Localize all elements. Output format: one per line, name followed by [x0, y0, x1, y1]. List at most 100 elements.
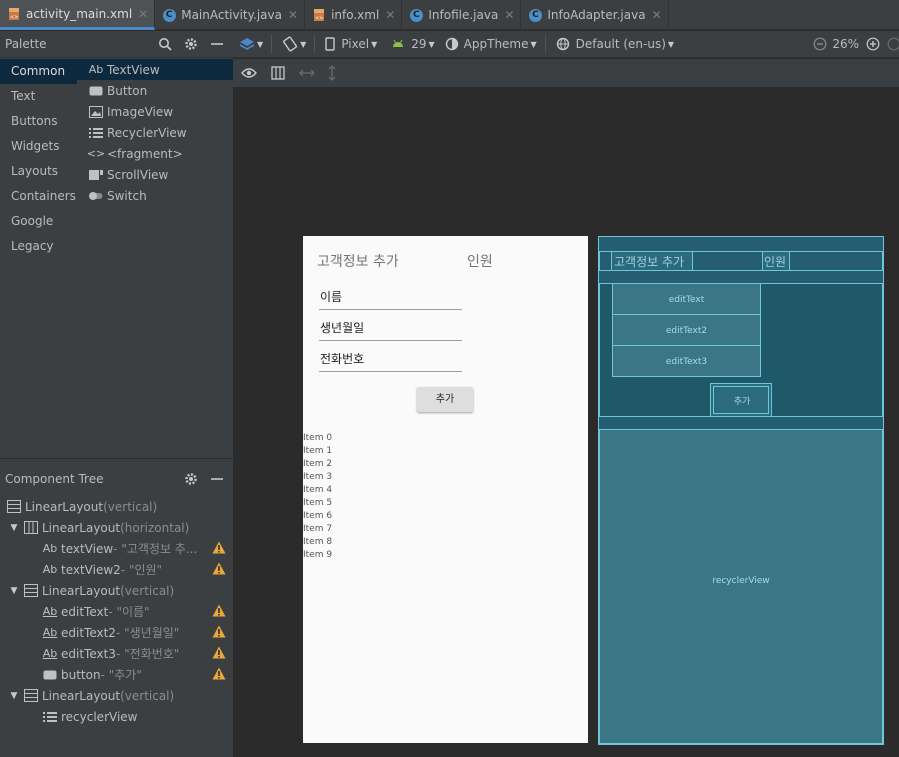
zoom-in-button[interactable]	[866, 37, 880, 51]
vertical-layout-icon	[23, 584, 39, 597]
blueprint-recyclerview[interactable]: recyclerView	[599, 429, 883, 744]
warning-icon[interactable]	[212, 646, 226, 659]
tab-activity-main-xml[interactable]: <> activity_main.xml ✕	[0, 0, 156, 30]
orientation-button[interactable]: ▼	[282, 36, 306, 52]
button-icon	[88, 86, 104, 96]
palette-category-legacy[interactable]: Legacy	[0, 234, 77, 259]
edittext-icon: Ab	[42, 605, 58, 618]
palette-item-textview[interactable]: Ab TextView	[77, 59, 233, 80]
palette-category-text[interactable]: Text	[0, 84, 77, 109]
tree-node-edittext3[interactable]: Ab editText3- "전화번호"	[42, 643, 180, 664]
palette-category-layouts[interactable]: Layouts	[0, 159, 77, 184]
preview-recyclerview[interactable]: Item 0 Item 1 Item 2 Item 3 Item 4 Item …	[303, 432, 332, 562]
close-icon[interactable]: ✕	[385, 8, 395, 22]
blueprint-toggle-button[interactable]	[265, 63, 291, 83]
design-surface-button[interactable]: ▼	[239, 37, 263, 51]
blueprint-recyclerview-label: recyclerView	[712, 576, 770, 586]
palette-category-widgets[interactable]: Widgets	[0, 134, 77, 159]
globe-icon	[556, 37, 569, 51]
zoom-level: 26%	[832, 37, 859, 51]
tree-node-name: button	[61, 667, 101, 682]
tree-node-recyclerview[interactable]: recyclerView	[42, 706, 137, 727]
view-options-button[interactable]	[236, 63, 262, 83]
zoom-to-fit-button[interactable]	[887, 37, 899, 51]
warning-icon[interactable]	[212, 541, 226, 554]
blueprint-button[interactable]: 추가	[710, 383, 772, 417]
warning-icon[interactable]	[212, 625, 226, 638]
theme-selector[interactable]: AppTheme ▼	[445, 37, 537, 51]
palette-category-containers[interactable]: Containers	[0, 184, 77, 209]
device-selector[interactable]: Pixel ▼	[325, 37, 377, 51]
blueprint-edittext[interactable]: editText	[612, 283, 761, 315]
palette-header: Palette	[0, 31, 233, 58]
preview-add-button[interactable]: 추가	[417, 387, 473, 412]
palette-item-button[interactable]: Button	[77, 80, 233, 101]
xml-layout-icon: <>	[7, 7, 21, 21]
palette-category-buttons[interactable]: Buttons	[0, 109, 77, 134]
gear-icon[interactable]	[181, 34, 201, 54]
palette-item-label: Switch	[107, 188, 147, 203]
gear-icon[interactable]	[181, 469, 201, 489]
zoom-out-button[interactable]	[813, 37, 827, 51]
warning-icon[interactable]	[212, 604, 226, 617]
tab-infoadapter-java[interactable]: C InfoAdapter.java ✕	[521, 0, 669, 30]
tree-node-name: textView	[61, 541, 114, 556]
blueprint-title-textview[interactable]: 고객정보 추가	[611, 251, 693, 271]
minimize-icon[interactable]	[207, 34, 227, 54]
close-icon[interactable]: ✕	[138, 7, 148, 21]
design-preview[interactable]: 고객정보 추가 인원 이름 생년월일 전화번호 추가 Item 0 Item 1…	[303, 236, 588, 743]
expand-arrow-icon[interactable]: ▼	[9, 586, 19, 596]
tab-mainactivity-java[interactable]: C MainActivity.java ✕	[155, 0, 306, 30]
blueprint-preview[interactable]: 고객정보 추가 인원 editText editText2 editText3 …	[598, 236, 884, 745]
tree-node-edittext[interactable]: Ab editText - "이름"	[42, 601, 150, 622]
blueprint-edittext2[interactable]: editText2	[612, 314, 761, 346]
tree-node-name: LinearLayout	[42, 688, 121, 703]
search-icon[interactable]	[155, 34, 175, 54]
tree-node-vertical-linearlayout-2[interactable]: ▼ LinearLayout (vertical)	[9, 580, 175, 601]
tree-node-edittext2[interactable]: Ab editText2- "생년월일"	[42, 622, 180, 643]
close-icon[interactable]: ✕	[504, 8, 514, 22]
tab-label: activity_main.xml	[26, 6, 133, 21]
layers-icon	[239, 38, 255, 50]
tree-node-textview[interactable]: Ab textView - "고객정보 추...	[42, 538, 198, 559]
blueprint-edittext3[interactable]: editText3	[612, 345, 761, 377]
tab-infofile-java[interactable]: C Infofile.java ✕	[402, 0, 522, 30]
close-icon[interactable]: ✕	[652, 8, 662, 22]
android-studio-layout-editor: <> activity_main.xml ✕ C MainActivity.ja…	[0, 0, 899, 757]
close-icon[interactable]: ✕	[288, 8, 298, 22]
tree-node-root-linearlayout[interactable]: LinearLayout (vertical)	[6, 496, 157, 517]
palette-item-scrollview[interactable]: ScrollView	[77, 164, 233, 185]
blueprint-count-textview[interactable]: 인원	[762, 251, 790, 271]
tab-info-xml[interactable]: <> info.xml ✕	[305, 0, 403, 30]
preview-name-edittext[interactable]: 이름	[319, 288, 462, 310]
palette-category-common[interactable]: Common	[0, 59, 77, 84]
edittext-icon: Ab	[42, 626, 58, 639]
tree-node-textview2[interactable]: Ab textView2- "인원"	[42, 559, 162, 580]
tree-node-horizontal-linearlayout[interactable]: ▼ LinearLayout (horizontal)	[9, 517, 190, 538]
preview-birthdate-edittext[interactable]: 생년월일	[319, 319, 462, 341]
tree-node-vertical-linearlayout-3[interactable]: ▼ LinearLayout (vertical)	[9, 685, 175, 706]
warning-icon[interactable]	[212, 667, 226, 680]
tree-node-name: textView2	[61, 562, 121, 577]
expand-arrow-icon[interactable]: ▼	[9, 691, 19, 701]
minimize-icon[interactable]	[207, 469, 227, 489]
preview-count-textview[interactable]: 인원	[467, 251, 493, 271]
palette-item-imageview[interactable]: ImageView	[77, 101, 233, 122]
android-icon	[393, 39, 404, 47]
preview-title-textview[interactable]: 고객정보 추가	[317, 251, 399, 271]
theme-label: AppTheme	[463, 37, 529, 51]
vertical-layout-icon	[6, 500, 22, 513]
palette-item-fragment[interactable]: <> <fragment>	[77, 143, 233, 164]
expand-vertical-button[interactable]	[323, 63, 341, 83]
expand-horizontal-button[interactable]	[294, 63, 320, 83]
locale-selector[interactable]: Default (en-us) ▼	[556, 37, 674, 51]
component-tree-header: Component Tree	[0, 459, 233, 499]
preview-phone-edittext[interactable]: 전화번호	[319, 350, 462, 372]
palette-category-google[interactable]: Google	[0, 209, 77, 234]
expand-arrow-icon[interactable]: ▼	[9, 523, 19, 533]
tree-node-button[interactable]: button - "추가"	[42, 664, 142, 685]
warning-icon[interactable]	[212, 562, 226, 575]
api-level-selector[interactable]: 29 ▼	[391, 37, 435, 51]
palette-item-switch[interactable]: Switch	[77, 185, 233, 206]
palette-item-recyclerview[interactable]: RecyclerView	[77, 122, 233, 143]
